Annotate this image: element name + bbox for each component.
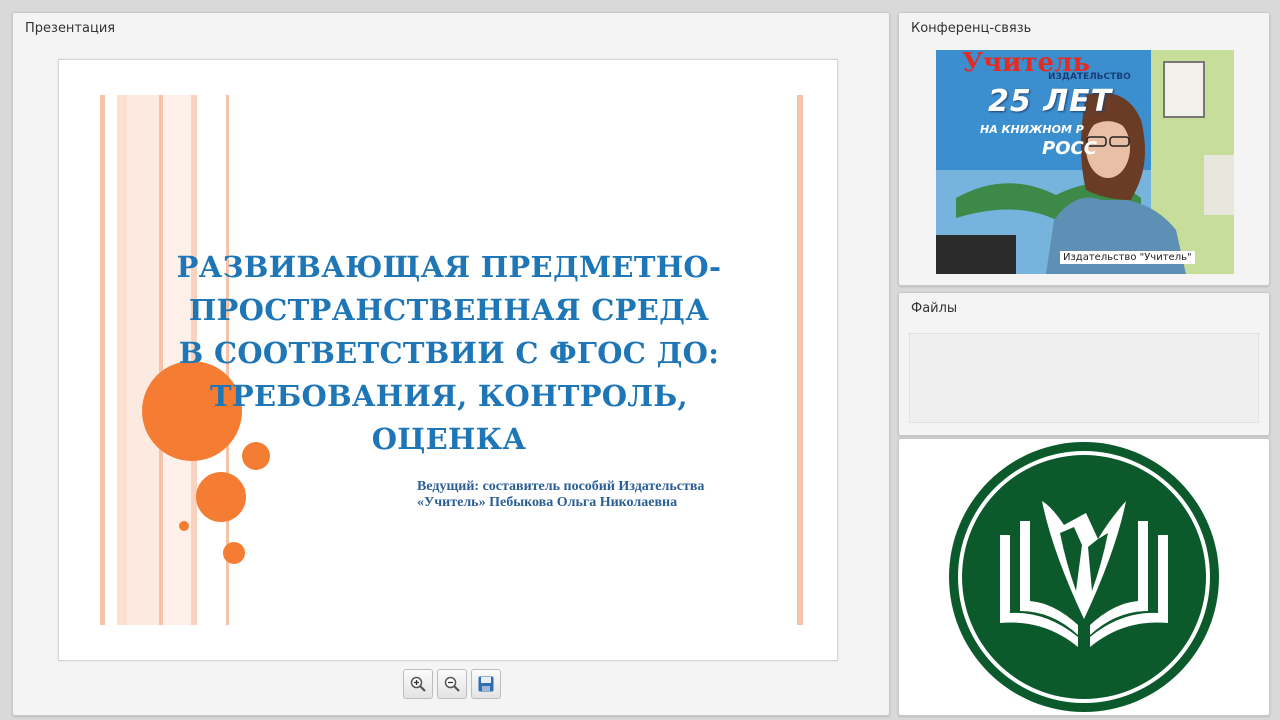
banner-line-1: НА КНИЖНОМ Р: [980, 123, 1084, 136]
banner-sub: ИЗДАТЕЛЬСТВО: [1048, 72, 1131, 82]
files-panel: Файлы: [898, 292, 1270, 436]
zoom-in-button[interactable]: [403, 669, 433, 699]
publisher-logo: [949, 442, 1219, 712]
presentation-panel: Презентация РАЗВИВАЮЩАЯ ПРЕДМЕТНО- ПРОСТ…: [12, 12, 890, 716]
slide-stripe: [117, 95, 127, 625]
presentation-slide: РАЗВИВАЮЩАЯ ПРЕДМЕТНО- ПРОСТРАНСТВЕННАЯ …: [58, 59, 838, 661]
video-participant-label: Издательство "Учитель": [1060, 251, 1195, 264]
save-button[interactable]: [471, 669, 501, 699]
banner-years: 25 ЛЕТ: [988, 84, 1113, 119]
zoom-out-button[interactable]: [437, 669, 467, 699]
slide-circle: [223, 542, 245, 564]
slide-stripe: [100, 95, 105, 625]
save-icon: [478, 676, 494, 692]
video-feed[interactable]: Учитель ИЗДАТЕЛЬСТВО 25 ЛЕТ НА КНИЖНОМ Р…: [936, 50, 1234, 274]
conference-panel-title: Конференц-связь: [911, 21, 1032, 36]
slide-circle: [179, 521, 189, 531]
files-panel-title: Файлы: [911, 301, 958, 316]
conference-panel: Конференц-связь Учитель ИЗДАТЕЛЬСТВО 25 …: [898, 12, 1270, 286]
slide-subtitle: Ведущий: составитель пособий Издательств…: [417, 479, 705, 510]
slide-stripe: [127, 95, 159, 625]
logo-panel: [898, 438, 1270, 716]
presentation-panel-title: Презентация: [25, 21, 116, 36]
slide-circle: [196, 472, 246, 522]
presentation-toolbar: [403, 669, 501, 701]
zoom-out-icon: [444, 676, 460, 692]
files-list[interactable]: [909, 333, 1259, 423]
zoom-in-icon: [410, 676, 426, 692]
slide-title: РАЗВИВАЮЩАЯ ПРЕДМЕТНО- ПРОСТРАНСТВЕННАЯ …: [176, 250, 722, 456]
banner-line-2: РОСС: [1042, 138, 1097, 159]
slide-stripe: [797, 95, 803, 625]
